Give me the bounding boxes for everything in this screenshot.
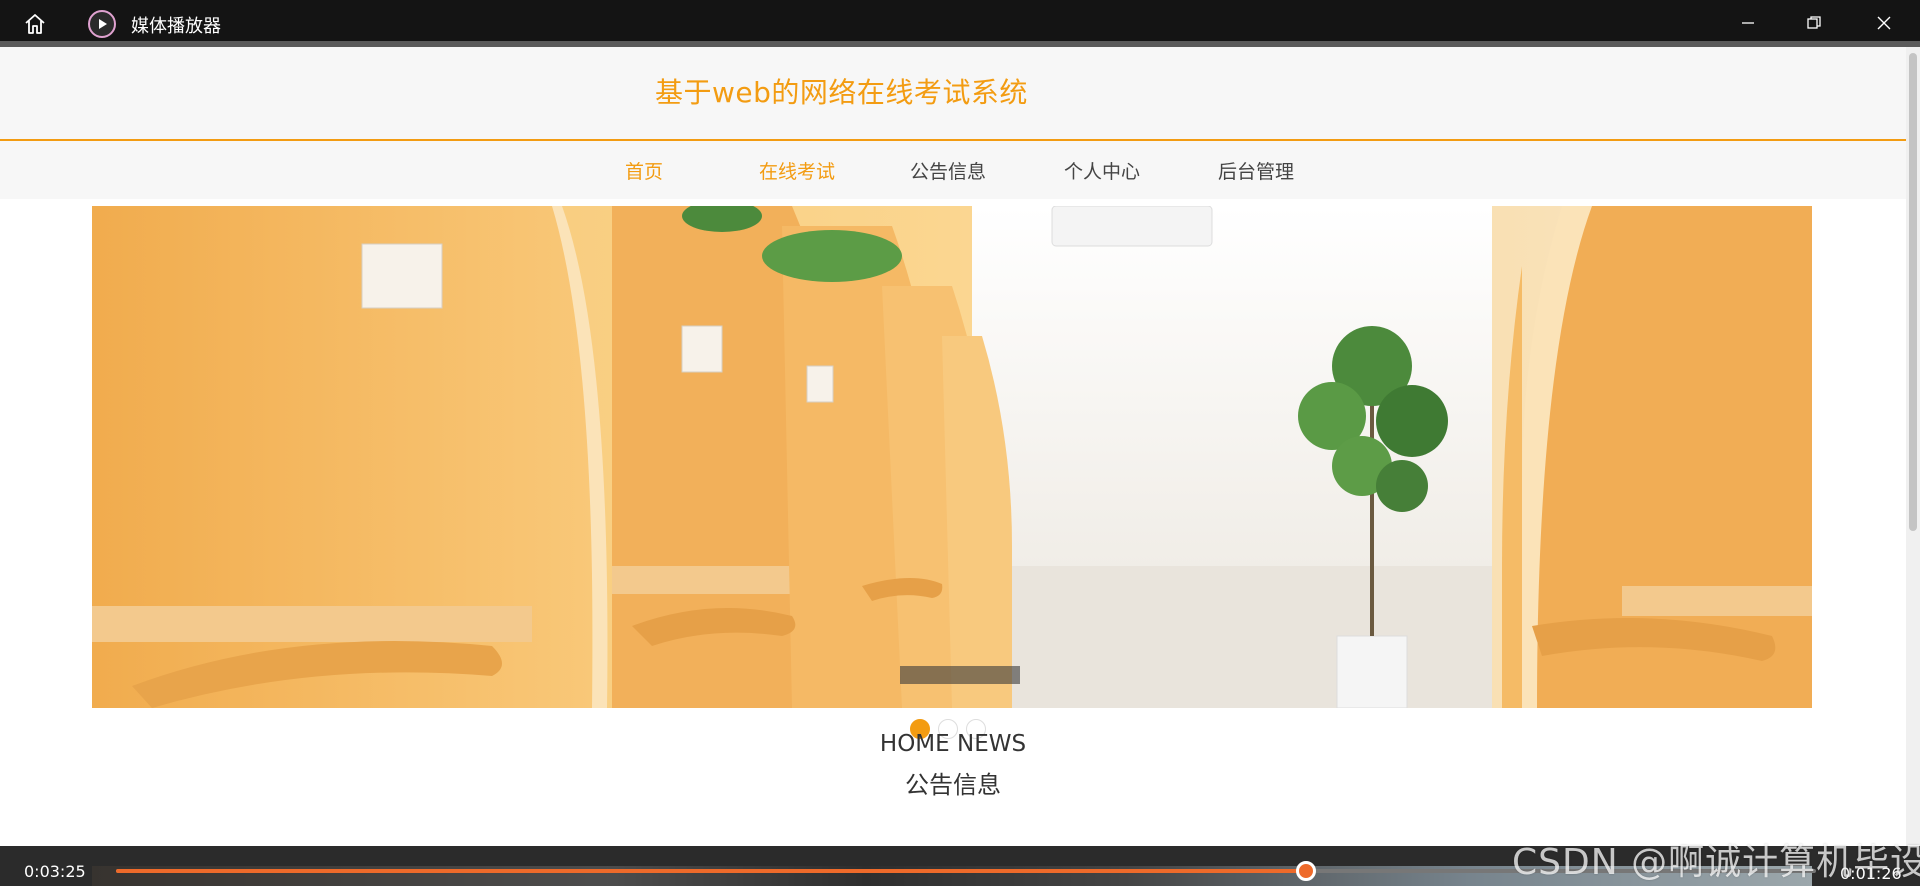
nav-item-home[interactable]: 首页 <box>625 157 663 184</box>
seek-handle[interactable] <box>1296 861 1316 881</box>
nav-item-personal-center[interactable]: 个人中心 <box>1064 157 1140 184</box>
scrollbar-thumb[interactable] <box>1909 53 1917 531</box>
watermark-text: CSDN @啊诚计算机毕设 <box>1512 842 1920 883</box>
page-scrollbar[interactable] <box>1906 47 1920 847</box>
close-button[interactable] <box>1866 8 1902 38</box>
window-titlebar: 媒体播放器 <box>0 0 1920 47</box>
seek-bar-progress <box>116 869 1306 873</box>
minimize-button[interactable] <box>1730 8 1766 38</box>
carousel-banner-image[interactable] <box>92 206 1812 708</box>
media-player-logo-icon <box>88 10 116 38</box>
site-title: 基于web的网络在线考试系统 <box>655 76 1028 109</box>
main-nav: 首页 在线考试 公告信息 个人中心 后台管理 <box>0 141 1906 199</box>
nav-item-announcements[interactable]: 公告信息 <box>910 157 986 184</box>
nav-item-admin[interactable]: 后台管理 <box>1218 157 1294 184</box>
home-icon[interactable] <box>20 10 50 38</box>
restore-button[interactable] <box>1796 8 1832 38</box>
app-title: 媒体播放器 <box>131 16 221 37</box>
video-frame: 基于web的网络在线考试系统 首页 在线考试 公告信息 个人中心 后台管理 HO… <box>0 47 1906 847</box>
site-header: 基于web的网络在线考试系统 <box>0 47 1906 141</box>
section-title-cn: 公告信息 <box>905 771 1001 799</box>
nav-item-online-exam[interactable]: 在线考试 <box>759 157 835 184</box>
section-title-en: HOME NEWS <box>879 731 1027 757</box>
elapsed-time: 0:03:25 <box>24 862 86 881</box>
